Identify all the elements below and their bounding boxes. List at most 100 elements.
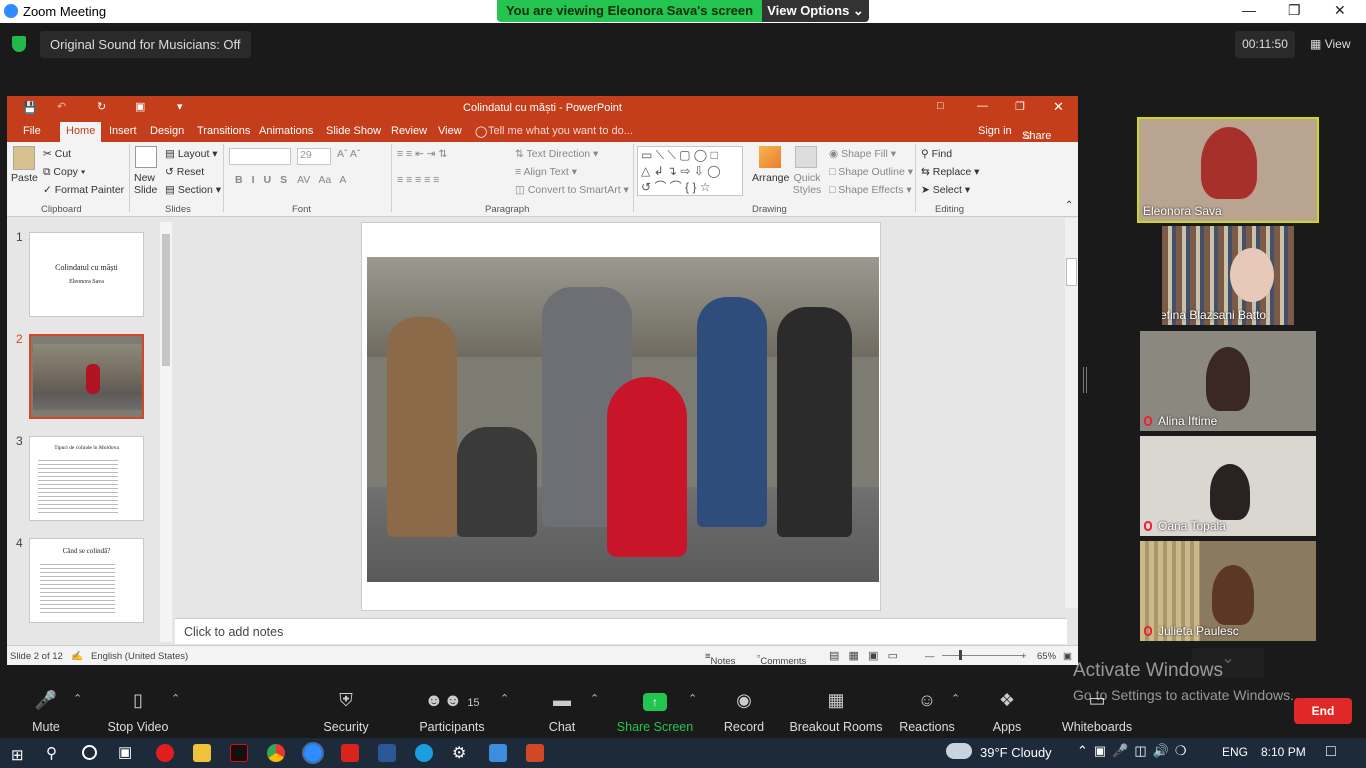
chrome-icon[interactable]: [267, 744, 285, 762]
view-options-button[interactable]: View Options ⌄: [762, 0, 869, 22]
list-icons[interactable]: ≡ ≡ ⇤ ⇥ ⇅: [397, 148, 447, 160]
align-icons[interactable]: ≡ ≡ ≡ ≡ ≡: [397, 174, 439, 186]
apps-button[interactable]: ❖ Apps: [962, 684, 1052, 734]
arrange-button[interactable]: Arrange: [752, 172, 789, 184]
layout-button[interactable]: ▤ Layout ▾: [165, 148, 218, 160]
font-name-box[interactable]: [229, 148, 291, 165]
font-size-box[interactable]: 29: [297, 148, 331, 165]
slide-thumbnail-3[interactable]: Tipuri de colinde în Moldova: [29, 436, 144, 521]
opera-icon[interactable]: [156, 744, 174, 762]
tab-animations[interactable]: Animations: [259, 125, 313, 137]
notes-button[interactable]: ≡ Notes: [705, 651, 735, 665]
slide-thumbnail-1[interactable]: Colindatul cu măști Eleonora Sava: [29, 232, 144, 317]
video-options-icon[interactable]: ⌃: [171, 692, 180, 705]
slide-scroll-thumb[interactable]: [1066, 258, 1077, 286]
restore-icon[interactable]: ❐: [1288, 2, 1301, 19]
tab-design[interactable]: Design: [150, 125, 184, 137]
view-buttons[interactable]: ▤ ▦ ▣ ▭: [829, 649, 898, 662]
photos-icon[interactable]: [489, 744, 507, 762]
tray-icons[interactable]: ⌃▣🎤◫🔊❍: [1077, 743, 1193, 759]
security-button[interactable]: ⛨ Security: [301, 684, 391, 734]
tab-slide-show[interactable]: Slide Show: [326, 125, 381, 137]
breakout-rooms-button[interactable]: ▦ Breakout Rooms: [786, 684, 886, 734]
thumbnail-scrollbar[interactable]: [160, 222, 172, 642]
zoom-out-icon[interactable]: —: [925, 651, 935, 662]
stop-video-button[interactable]: ▯ Stop Video: [93, 684, 183, 734]
paste-icon[interactable]: [13, 146, 35, 170]
slide-scrollbar[interactable]: [1065, 218, 1078, 608]
share-options-icon[interactable]: ⌃: [688, 692, 697, 705]
grow-shrink-font-icon[interactable]: Aˆ Aˇ: [337, 148, 360, 160]
format-painter-button[interactable]: ✓ Format Painter: [43, 184, 124, 196]
new-slide-button[interactable]: New Slide: [134, 172, 164, 196]
task-view-icon[interactable]: ▣: [118, 743, 132, 761]
ppt-restore-icon[interactable]: ❐: [1015, 100, 1025, 113]
shape-effects-button[interactable]: □ Shape Effects ▾: [829, 184, 912, 196]
slide-thumbnail-4[interactable]: Când se colindă?: [29, 538, 144, 623]
font-spacing-icon[interactable]: AV Aa A: [297, 174, 346, 186]
align-text-button[interactable]: ≡ Align Text ▾: [515, 166, 577, 178]
paste-button[interactable]: Paste: [11, 172, 38, 184]
tab-insert[interactable]: Insert: [109, 125, 137, 137]
audio-options-icon[interactable]: ⌃: [73, 692, 82, 705]
shape-outline-button[interactable]: □ Shape Outline ▾: [829, 166, 913, 178]
participant-tile-alina[interactable]: Alina Iftime: [1140, 331, 1316, 431]
chat-options-icon[interactable]: ⌃: [590, 692, 599, 705]
zoom-slider[interactable]: [942, 655, 1022, 656]
notes-pane[interactable]: Click to add notes: [175, 618, 1067, 644]
fit-slide-icon[interactable]: ▣: [1063, 651, 1072, 662]
participants-options-icon[interactable]: ⌃: [500, 692, 509, 705]
convert-smartart-button[interactable]: ◫ Convert to SmartArt ▾: [515, 184, 629, 196]
quick-styles-button[interactable]: Quick Styles: [791, 172, 823, 196]
participant-tile-julieta[interactable]: Julieta Paulesc: [1140, 541, 1316, 641]
settings-icon[interactable]: ⚙: [452, 743, 466, 763]
zoom-percent[interactable]: 65%: [1037, 651, 1056, 662]
find-button[interactable]: ⚲ Find: [921, 148, 952, 160]
tab-view[interactable]: View: [438, 125, 462, 137]
netflix-icon[interactable]: [230, 744, 248, 762]
participant-tile-eleonora[interactable]: Eleonora Sava: [1137, 117, 1319, 223]
zoom-slider-thumb[interactable]: [959, 650, 962, 660]
close-icon[interactable]: ✕: [1334, 2, 1346, 19]
participant-tile-oana[interactable]: Oana Topala: [1140, 436, 1316, 536]
font-format-icons[interactable]: BIUS: [235, 174, 296, 186]
comments-button[interactable]: ▫ Comments: [757, 651, 806, 665]
edge-icon[interactable]: [415, 744, 433, 762]
sign-in-link[interactable]: Sign in: [978, 125, 1012, 137]
panel-resize-handle[interactable]: [1083, 367, 1087, 393]
minimize-icon[interactable]: —: [1242, 2, 1256, 18]
arrange-icon[interactable]: [759, 146, 781, 168]
language-status[interactable]: English (United States): [91, 651, 188, 662]
ppt-minimize-icon[interactable]: —: [977, 100, 988, 112]
quick-styles-icon[interactable]: [795, 146, 817, 168]
tell-me-box[interactable]: Tell me what you want to do...: [488, 125, 633, 137]
text-direction-button[interactable]: ⇅ Text Direction ▾: [515, 148, 598, 160]
participant-tile-iosefina[interactable]: Iosefina Blazsani Batto: [1162, 226, 1294, 325]
share-screen-button[interactable]: ↑ Share Screen: [610, 684, 700, 734]
file-explorer-icon[interactable]: [193, 744, 211, 762]
copy-button[interactable]: ⧉ Copy ▾: [43, 166, 85, 179]
original-sound-status[interactable]: Original Sound for Musicians: Off: [40, 31, 251, 58]
collapse-ribbon-icon[interactable]: ⌃: [1065, 200, 1073, 211]
zoom-in-icon[interactable]: +: [1021, 651, 1027, 662]
slide-thumbnail-2[interactable]: [29, 334, 144, 419]
clock[interactable]: 8:10 PM: [1261, 745, 1306, 759]
zoom-app-icon[interactable]: [302, 742, 324, 764]
input-language[interactable]: ENG: [1222, 745, 1248, 759]
word-icon[interactable]: [378, 744, 396, 762]
shapes-gallery[interactable]: ▭ ⟍ ⟍ ▢ ◯ □ △ ↲ ↴ ⇨ ⇩ ◯ ↺ ⌒ ⌒ { } ☆: [637, 146, 743, 196]
tab-file[interactable]: File: [23, 125, 41, 137]
weather-text[interactable]: 39°F Cloudy: [980, 745, 1052, 760]
end-meeting-button[interactable]: End: [1294, 698, 1352, 724]
acrobat-icon[interactable]: [341, 744, 359, 762]
reset-button[interactable]: ↺ Reset: [165, 166, 204, 178]
cut-button[interactable]: ✂ Cut: [43, 148, 71, 160]
view-button[interactable]: ▦ View: [1310, 31, 1350, 58]
search-icon[interactable]: ⚲: [46, 744, 57, 762]
thumbnail-scroll-thumb[interactable]: [162, 234, 170, 366]
tab-home[interactable]: Home: [60, 122, 102, 142]
ribbon-display-icon[interactable]: □: [937, 100, 944, 112]
record-button[interactable]: ◉ Record: [699, 684, 789, 734]
select-button[interactable]: ➤ Select ▾: [921, 184, 970, 196]
new-slide-icon[interactable]: [135, 146, 157, 168]
